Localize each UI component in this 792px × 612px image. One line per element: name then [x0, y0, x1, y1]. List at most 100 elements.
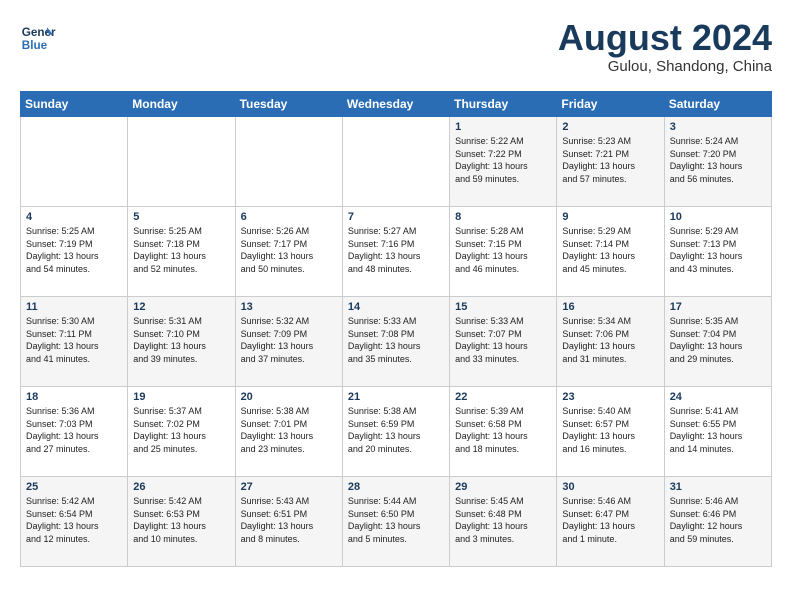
day-number: 23 — [562, 391, 658, 403]
calendar-cell: 13 Sunrise: 5:32 AM Sunset: 7:09 PM Dayli… — [235, 297, 342, 387]
calendar-cell: 29 Sunrise: 5:45 AM Sunset: 6:48 PM Dayli… — [450, 477, 557, 567]
title-block: August 2024 Gulou, Shandong, China — [558, 20, 772, 75]
day-info: Sunrise: 5:38 AM Sunset: 6:59 PM Dayligh… — [348, 405, 444, 455]
calendar-cell: 18 Sunrise: 5:36 AM Sunset: 7:03 PM Dayli… — [21, 387, 128, 477]
day-number: 26 — [133, 481, 229, 493]
day-info: Sunrise: 5:46 AM Sunset: 6:46 PM Dayligh… — [670, 495, 766, 545]
day-info: Sunrise: 5:29 AM Sunset: 7:14 PM Dayligh… — [562, 225, 658, 275]
page-header: General Blue August 2024 Gulou, Shandong… — [20, 20, 772, 75]
calendar-row: 11 Sunrise: 5:30 AM Sunset: 7:11 PM Dayli… — [21, 297, 772, 387]
calendar-cell — [21, 117, 128, 207]
calendar-cell: 4Sunrise: 5:25 AM Sunset: 7:19 PM Daylig… — [21, 207, 128, 297]
day-number: 27 — [241, 481, 337, 493]
calendar-cell — [235, 117, 342, 207]
day-number: 22 — [455, 391, 551, 403]
calendar-cell: 23 Sunrise: 5:40 AM Sunset: 6:57 PM Dayli… — [557, 387, 664, 477]
calendar-cell: 9Sunrise: 5:29 AM Sunset: 7:14 PM Daylig… — [557, 207, 664, 297]
day-number: 6 — [241, 211, 337, 223]
calendar-cell: 25 Sunrise: 5:42 AM Sunset: 6:54 PM Dayli… — [21, 477, 128, 567]
location-subtitle: Gulou, Shandong, China — [558, 58, 772, 75]
calendar-cell: 12Sunrise: 5:31 AM Sunset: 7:10 PM Dayli… — [128, 297, 235, 387]
day-number: 30 — [562, 481, 658, 493]
day-number: 4 — [26, 211, 122, 223]
day-info: Sunrise: 5:43 AM Sunset: 6:51 PM Dayligh… — [241, 495, 337, 545]
calendar-cell: 14 Sunrise: 5:33 AM Sunset: 7:08 PM Dayli… — [342, 297, 449, 387]
calendar-row: 18 Sunrise: 5:36 AM Sunset: 7:03 PM Dayli… — [21, 387, 772, 477]
calendar-cell: 16Sunrise: 5:34 AM Sunset: 7:06 PM Dayli… — [557, 297, 664, 387]
weekday-header-tuesday: Tuesday — [235, 92, 342, 117]
day-info: Sunrise: 5:38 AM Sunset: 7:01 PM Dayligh… — [241, 405, 337, 455]
day-info: Sunrise: 5:41 AM Sunset: 6:55 PM Dayligh… — [670, 405, 766, 455]
calendar-table: SundayMondayTuesdayWednesdayThursdayFrid… — [20, 91, 772, 567]
weekday-header-friday: Friday — [557, 92, 664, 117]
calendar-cell: 22 Sunrise: 5:39 AM Sunset: 6:58 PM Dayli… — [450, 387, 557, 477]
calendar-cell: 11 Sunrise: 5:30 AM Sunset: 7:11 PM Dayli… — [21, 297, 128, 387]
day-number: 28 — [348, 481, 444, 493]
calendar-cell — [342, 117, 449, 207]
day-info: Sunrise: 5:35 AM Sunset: 7:04 PM Dayligh… — [670, 315, 766, 365]
day-info: Sunrise: 5:31 AM Sunset: 7:10 PM Dayligh… — [133, 315, 229, 365]
day-info: Sunrise: 5:44 AM Sunset: 6:50 PM Dayligh… — [348, 495, 444, 545]
day-info: Sunrise: 5:24 AM Sunset: 7:20 PM Dayligh… — [670, 135, 766, 185]
day-number: 21 — [348, 391, 444, 403]
calendar-cell: 10 Sunrise: 5:29 AM Sunset: 7:13 PM Dayli… — [664, 207, 771, 297]
day-info: Sunrise: 5:45 AM Sunset: 6:48 PM Dayligh… — [455, 495, 551, 545]
day-number: 31 — [670, 481, 766, 493]
day-number: 25 — [26, 481, 122, 493]
weekday-header-monday: Monday — [128, 92, 235, 117]
calendar-cell: 21 Sunrise: 5:38 AM Sunset: 6:59 PM Dayli… — [342, 387, 449, 477]
day-info: Sunrise: 5:36 AM Sunset: 7:03 PM Dayligh… — [26, 405, 122, 455]
calendar-row: 25 Sunrise: 5:42 AM Sunset: 6:54 PM Dayli… — [21, 477, 772, 567]
calendar-cell — [128, 117, 235, 207]
day-number: 14 — [348, 301, 444, 313]
day-info: Sunrise: 5:42 AM Sunset: 6:54 PM Dayligh… — [26, 495, 122, 545]
day-info: Sunrise: 5:39 AM Sunset: 6:58 PM Dayligh… — [455, 405, 551, 455]
day-info: Sunrise: 5:33 AM Sunset: 7:08 PM Dayligh… — [348, 315, 444, 365]
calendar-cell: 15 Sunrise: 5:33 AM Sunset: 7:07 PM Dayli… — [450, 297, 557, 387]
calendar-cell: 3 Sunrise: 5:24 AM Sunset: 7:20 PM Daylig… — [664, 117, 771, 207]
weekday-header-saturday: Saturday — [664, 92, 771, 117]
calendar-row: 1 Sunrise: 5:22 AM Sunset: 7:22 PM Daylig… — [21, 117, 772, 207]
calendar-cell: 30Sunrise: 5:46 AM Sunset: 6:47 PM Dayli… — [557, 477, 664, 567]
calendar-cell: 17 Sunrise: 5:35 AM Sunset: 7:04 PM Dayli… — [664, 297, 771, 387]
month-title: August 2024 — [558, 20, 772, 56]
calendar-cell: 26 Sunrise: 5:42 AM Sunset: 6:53 PM Dayli… — [128, 477, 235, 567]
day-number: 3 — [670, 121, 766, 133]
calendar-cell: 6 Sunrise: 5:26 AM Sunset: 7:17 PM Daylig… — [235, 207, 342, 297]
day-number: 19 — [133, 391, 229, 403]
day-number: 10 — [670, 211, 766, 223]
day-info: Sunrise: 5:32 AM Sunset: 7:09 PM Dayligh… — [241, 315, 337, 365]
calendar-cell: 1 Sunrise: 5:22 AM Sunset: 7:22 PM Daylig… — [450, 117, 557, 207]
calendar-cell: 20Sunrise: 5:38 AM Sunset: 7:01 PM Dayli… — [235, 387, 342, 477]
day-number: 13 — [241, 301, 337, 313]
day-number: 15 — [455, 301, 551, 313]
day-info: Sunrise: 5:29 AM Sunset: 7:13 PM Dayligh… — [670, 225, 766, 275]
calendar-cell: 28 Sunrise: 5:44 AM Sunset: 6:50 PM Dayli… — [342, 477, 449, 567]
day-info: Sunrise: 5:28 AM Sunset: 7:15 PM Dayligh… — [455, 225, 551, 275]
day-info: Sunrise: 5:34 AM Sunset: 7:06 PM Dayligh… — [562, 315, 658, 365]
calendar-cell: 5Sunrise: 5:25 AM Sunset: 7:18 PM Daylig… — [128, 207, 235, 297]
day-info: Sunrise: 5:22 AM Sunset: 7:22 PM Dayligh… — [455, 135, 551, 185]
day-number: 29 — [455, 481, 551, 493]
day-number: 1 — [455, 121, 551, 133]
day-number: 24 — [670, 391, 766, 403]
day-info: Sunrise: 5:40 AM Sunset: 6:57 PM Dayligh… — [562, 405, 658, 455]
day-number: 18 — [26, 391, 122, 403]
day-number: 11 — [26, 301, 122, 313]
weekday-header-wednesday: Wednesday — [342, 92, 449, 117]
day-info: Sunrise: 5:30 AM Sunset: 7:11 PM Dayligh… — [26, 315, 122, 365]
logo-icon: General Blue — [20, 20, 56, 56]
day-info: Sunrise: 5:33 AM Sunset: 7:07 PM Dayligh… — [455, 315, 551, 365]
day-info: Sunrise: 5:26 AM Sunset: 7:17 PM Dayligh… — [241, 225, 337, 275]
calendar-row: 4Sunrise: 5:25 AM Sunset: 7:19 PM Daylig… — [21, 207, 772, 297]
day-number: 17 — [670, 301, 766, 313]
day-info: Sunrise: 5:42 AM Sunset: 6:53 PM Dayligh… — [133, 495, 229, 545]
calendar-cell: 7Sunrise: 5:27 AM Sunset: 7:16 PM Daylig… — [342, 207, 449, 297]
day-number: 2 — [562, 121, 658, 133]
calendar-cell: 2Sunrise: 5:23 AM Sunset: 7:21 PM Daylig… — [557, 117, 664, 207]
weekday-header-thursday: Thursday — [450, 92, 557, 117]
day-number: 5 — [133, 211, 229, 223]
weekday-header-sunday: Sunday — [21, 92, 128, 117]
day-info: Sunrise: 5:37 AM Sunset: 7:02 PM Dayligh… — [133, 405, 229, 455]
day-number: 7 — [348, 211, 444, 223]
